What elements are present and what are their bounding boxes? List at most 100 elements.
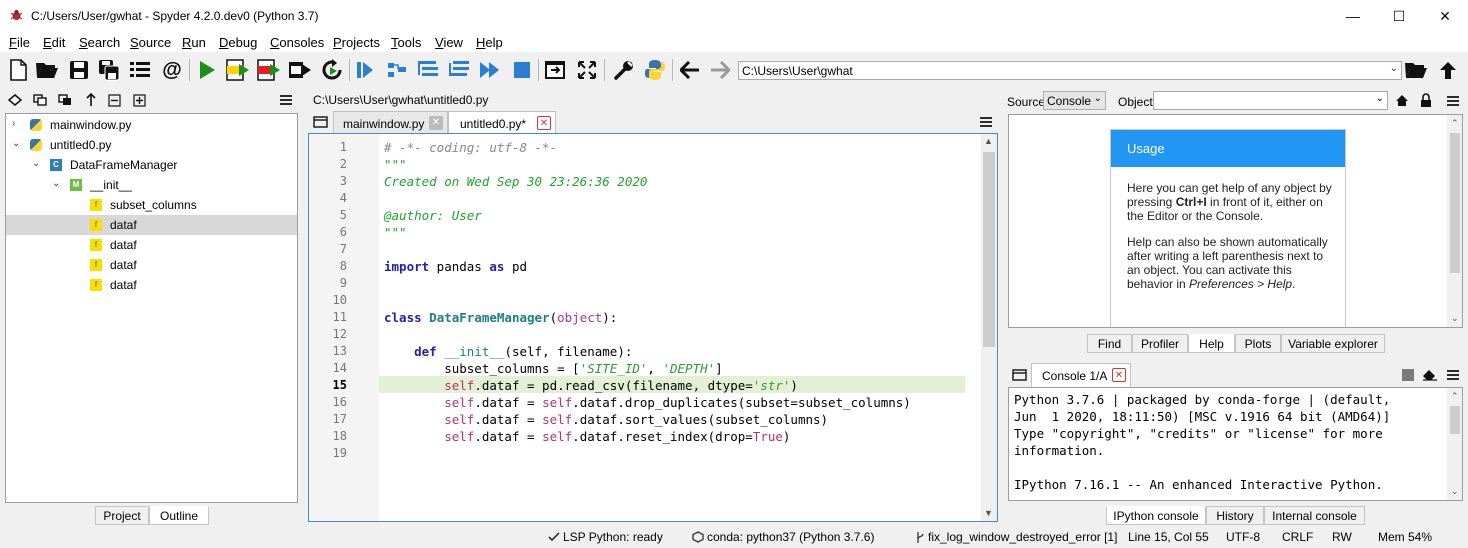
close-tab-icon[interactable]: ✕ (537, 116, 551, 130)
continue-icon[interactable] (478, 58, 502, 82)
git-branch-status[interactable]: fix_log_window_destroyed_error [1] (928, 530, 1117, 544)
chevron-down-icon[interactable]: ⌄ (1376, 93, 1384, 104)
at-icon[interactable]: @ (160, 58, 184, 82)
lock-icon[interactable] (1420, 93, 1432, 108)
tab-mainwindow[interactable]: mainwindow.py ✕ (333, 111, 448, 134)
preferences-wrench-icon[interactable] (612, 58, 636, 82)
menu-debug[interactable]: Debug (219, 35, 257, 50)
rerun-icon[interactable] (320, 58, 344, 82)
ipython-console[interactable]: Python 3.7.6 | packaged by conda-forge |… (1008, 387, 1463, 501)
tree-item-selected[interactable]: f dataf (6, 215, 297, 235)
hamburger-menu-icon[interactable] (1446, 369, 1460, 381)
tab-project[interactable]: Project (95, 506, 149, 525)
python-path-manager-icon[interactable] (643, 58, 667, 82)
chevron-down-icon[interactable]: ⌄ (12, 138, 20, 149)
lsp-status[interactable]: LSP Python: ready (563, 530, 663, 544)
expand-all-icon[interactable] (133, 94, 146, 107)
close-tab-icon[interactable]: ✕ (429, 116, 443, 130)
fullscreen-icon[interactable] (575, 58, 599, 82)
scrollbar-thumb[interactable] (1450, 133, 1460, 273)
group-code-cells-icon[interactable] (58, 94, 72, 106)
tab-history[interactable]: History (1206, 506, 1264, 525)
tree-item[interactable]: › mainwindow.py (6, 115, 297, 135)
browse-tabs-icon[interactable] (128, 58, 152, 82)
collapse-all-icon[interactable] (108, 94, 121, 107)
maximize-button[interactable]: ☐ (1376, 0, 1422, 32)
tree-item[interactable]: ⌄ untitled0.py (6, 135, 297, 155)
menu-source[interactable]: Source (130, 35, 171, 50)
hamburger-menu-icon[interactable] (1446, 95, 1460, 107)
conda-status[interactable]: conda: python37 (Python 3.7.6) (707, 530, 874, 544)
tree-item[interactable]: f dataf (6, 255, 297, 275)
show-all-files-icon[interactable] (33, 94, 47, 106)
close-button[interactable]: ✕ (1422, 0, 1468, 32)
parent-directory-icon[interactable] (1436, 58, 1460, 82)
maximize-pane-icon[interactable] (543, 58, 567, 82)
hamburger-menu-icon[interactable] (979, 116, 993, 128)
chevron-down-icon[interactable]: ⌄ (32, 158, 40, 169)
hamburger-menu-icon[interactable] (279, 94, 293, 106)
menu-view[interactable]: View (435, 35, 463, 50)
menu-file[interactable]: File (9, 35, 30, 50)
tab-outline[interactable]: Outline (149, 506, 209, 525)
open-folder-icon[interactable] (35, 58, 59, 82)
scrollbar-thumb[interactable] (983, 152, 995, 347)
save-icon[interactable] (67, 58, 91, 82)
sort-icon[interactable] (85, 93, 97, 107)
tab-internal-console[interactable]: Internal console (1264, 506, 1365, 525)
run-icon[interactable] (195, 58, 219, 82)
run-selection-icon[interactable] (288, 58, 312, 82)
browse-tabs-icon[interactable] (313, 116, 328, 128)
back-arrow-icon[interactable] (678, 58, 702, 82)
step-return-icon[interactable] (447, 58, 471, 82)
clear-console-icon[interactable] (1422, 369, 1438, 381)
scroll-down-icon[interactable]: ⌄ (1451, 486, 1459, 497)
save-all-icon[interactable] (97, 58, 121, 82)
help-scrollbar[interactable]: ⌃ ⌄ (1447, 115, 1462, 327)
run-cell-icon[interactable] (226, 58, 250, 82)
tree-item[interactable]: ⌄ M __init__ (6, 175, 297, 195)
browse-tabs-icon[interactable] (1012, 369, 1027, 381)
scroll-up-icon[interactable]: ⌃ (1451, 118, 1459, 129)
tab-help[interactable]: Help (1188, 334, 1235, 353)
chevron-down-icon[interactable]: ⌄ (1094, 93, 1102, 104)
interrupt-kernel-icon[interactable] (1402, 369, 1414, 381)
chevron-down-icon[interactable]: ⌄ (1390, 63, 1398, 74)
object-combobox[interactable]: ⌄ (1153, 91, 1388, 110)
tab-untitled0[interactable]: untitled0.py* ✕ (448, 111, 556, 134)
tree-item[interactable]: f dataf (6, 235, 297, 255)
tab-plots[interactable]: Plots (1235, 334, 1281, 353)
chevron-down-icon[interactable]: ⌄ (52, 178, 60, 189)
menu-search[interactable]: Search (79, 35, 120, 50)
menu-tools[interactable]: Tools (391, 35, 421, 50)
close-tab-icon[interactable]: ✕ (1112, 368, 1126, 382)
chevron-right-icon[interactable]: › (12, 118, 15, 129)
tab-variable-explorer[interactable]: Variable explorer (1281, 334, 1385, 353)
menu-edit[interactable]: Edit (43, 35, 65, 50)
run-cell-advance-icon[interactable] (257, 58, 281, 82)
step-into-icon[interactable] (416, 58, 440, 82)
tab-find[interactable]: Find (1087, 334, 1132, 353)
console-scrollbar[interactable]: ⌃ ⌄ (1447, 388, 1462, 500)
menu-help[interactable]: Help (476, 35, 503, 50)
scrollbar-thumb[interactable] (1450, 406, 1460, 434)
editor-scrollbar[interactable]: ▲ ▼ (981, 134, 997, 521)
tab-ipython-console[interactable]: IPython console (1106, 506, 1206, 525)
working-directory-combobox[interactable]: C:\Users\User\gwhat ⌄ (738, 61, 1402, 80)
tree-item[interactable]: ⌄ C DataFrameManager (6, 155, 297, 175)
scroll-down-icon[interactable]: ▼ (984, 508, 993, 518)
minimize-button[interactable]: — (1330, 0, 1376, 32)
debug-icon[interactable] (353, 58, 377, 82)
menu-consoles[interactable]: Consoles (270, 35, 324, 50)
tree-item[interactable]: f subset_columns (6, 195, 297, 215)
step-icon[interactable] (385, 58, 409, 82)
tab-profiler[interactable]: Profiler (1132, 334, 1188, 353)
forward-arrow-icon[interactable] (708, 58, 732, 82)
scroll-up-icon[interactable]: ▲ (984, 136, 993, 146)
code-editor[interactable]: 1 2 3 4 5 6 7 8 9 10 11 12 13 14 15 16 1… (308, 133, 998, 522)
browse-directory-icon[interactable] (1404, 58, 1428, 82)
go-to-cursor-icon[interactable] (8, 94, 22, 106)
stop-icon[interactable] (510, 58, 534, 82)
code-area[interactable]: # -*- coding: utf-8 -*- """ Created on W… (379, 134, 969, 521)
tab-console-1a[interactable]: Console 1/A ✕ (1031, 363, 1131, 387)
